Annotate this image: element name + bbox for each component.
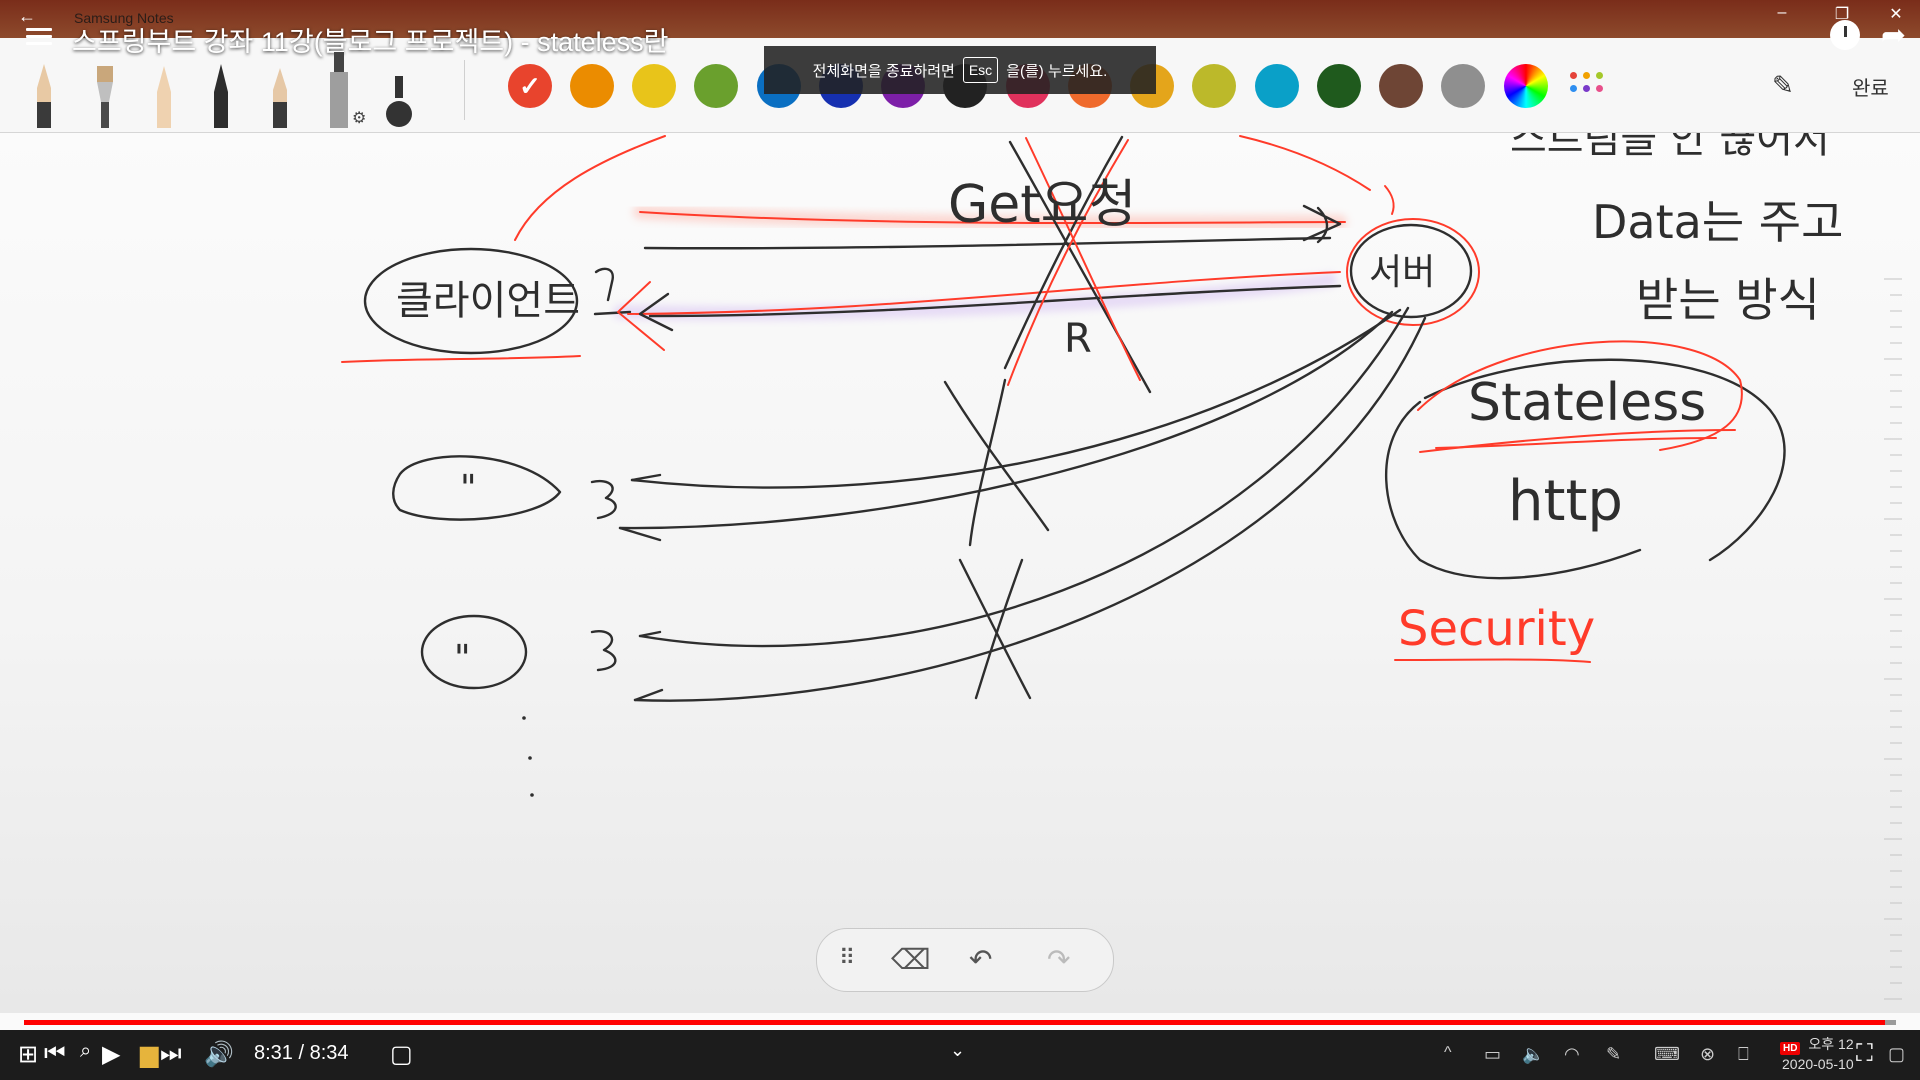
arrow-2a bbox=[630, 308, 1402, 489]
eyedropper-icon[interactable]: ✎ bbox=[1772, 70, 1794, 101]
server-label: 서버 bbox=[1369, 252, 1435, 293]
server-arc-top bbox=[1239, 135, 1371, 191]
playlist-menu-icon[interactable] bbox=[26, 24, 52, 50]
color-swatch[interactable] bbox=[1255, 64, 1299, 108]
fullscreen-exit-hint: 전체화면을 종료하려면 Esc 을(를) 누르세요. bbox=[764, 46, 1156, 94]
more-colors-grid-icon[interactable] bbox=[1570, 72, 1606, 100]
close-circle-icon[interactable]: ⊗ bbox=[1700, 1044, 1715, 1065]
pencil-tool[interactable] bbox=[154, 62, 174, 130]
wifi-icon[interactable]: ◠ bbox=[1564, 1044, 1580, 1065]
color-swatch[interactable] bbox=[1441, 64, 1485, 108]
hint-suffix: 을(를) 누르세요. bbox=[1006, 62, 1108, 80]
battery-icon[interactable]: ▭ bbox=[1484, 1044, 1501, 1065]
tray-time: 오후 12 bbox=[1808, 1036, 1854, 1052]
search-icon[interactable]: ⌕ bbox=[80, 1040, 91, 1063]
stateless-label: Stateless bbox=[1468, 373, 1706, 433]
speaker-icon[interactable]: 🔈 bbox=[1522, 1044, 1544, 1065]
pen-settings-icon[interactable]: ⚙ bbox=[352, 108, 366, 128]
arrow-2b bbox=[618, 310, 1394, 530]
color-swatch[interactable] bbox=[1379, 64, 1423, 108]
color-swatch[interactable] bbox=[632, 64, 676, 108]
note-right-mid: Data는 주고 bbox=[1592, 195, 1843, 249]
response-label: R bbox=[1064, 316, 1092, 362]
folder-icon[interactable]: ▆ bbox=[140, 1040, 158, 1069]
pen-tray-icon[interactable]: ✎ bbox=[1606, 1044, 1621, 1065]
security-label: Security bbox=[1398, 601, 1595, 657]
toolbar-divider bbox=[464, 60, 465, 120]
done-button[interactable]: 완료 bbox=[1852, 72, 1889, 101]
undo-icon[interactable]: ↶ bbox=[969, 943, 992, 976]
brush-tool[interactable] bbox=[94, 62, 116, 130]
play-icon[interactable]: ▶ bbox=[102, 1040, 120, 1069]
subtitles-icon[interactable]: ⎕ bbox=[1738, 1044, 1749, 1065]
share-icon[interactable]: ➦ bbox=[1881, 18, 1906, 53]
drag-handle-icon[interactable]: ⠿ bbox=[839, 945, 855, 971]
handwriting-layer: .ink { stroke:#2e2e2e; stroke-width:2.4;… bbox=[341, 133, 1843, 797]
previous-video-icon[interactable]: ⏮ bbox=[44, 1040, 66, 1068]
ditto-circle-1 bbox=[392, 455, 562, 521]
note-right-bot: 받는 방식 bbox=[1636, 273, 1820, 327]
esc-key-badge: Esc bbox=[962, 57, 999, 83]
time-current: 8:31 bbox=[254, 1042, 293, 1064]
next-video-icon[interactable]: ⏭ bbox=[160, 1040, 182, 1068]
client-label: 클라이언트 bbox=[396, 278, 580, 324]
tray-date: 2020-05-10 bbox=[1782, 1056, 1854, 1072]
request-arrow bbox=[643, 236, 1332, 250]
fountain-pen-tool[interactable] bbox=[34, 62, 54, 130]
highlighter-tool[interactable] bbox=[328, 50, 352, 130]
calligraphy-pen-tool[interactable] bbox=[384, 74, 414, 130]
hint-prefix: 전체화면을 종료하려면 bbox=[812, 62, 955, 80]
video-progress-bar[interactable] bbox=[24, 1020, 1896, 1025]
video-title[interactable]: 스프링부트 강좌 11강(블로그 프로젝트) - stateless란 bbox=[72, 20, 669, 59]
color-picker-wheel-icon[interactable] bbox=[1504, 64, 1548, 108]
volume-icon[interactable]: 🔊 bbox=[204, 1040, 234, 1069]
client-underline bbox=[341, 355, 581, 363]
arrow-3a bbox=[638, 306, 1410, 648]
time-total: 8:34 bbox=[309, 1042, 349, 1064]
windows-start-icon[interactable]: ⊞ bbox=[18, 1040, 38, 1069]
num2-stroke bbox=[590, 479, 617, 520]
scroll-ruler[interactable] bbox=[1884, 275, 1902, 1015]
keyboard-icon[interactable]: ⌨ bbox=[1654, 1044, 1680, 1065]
floating-edit-bar: ⠿ ⌫ ↶ ↷ bbox=[816, 928, 1114, 992]
tray-chevron-icon[interactable]: ^ bbox=[1444, 1044, 1452, 1062]
redo-icon[interactable]: ↷ bbox=[1047, 943, 1070, 976]
note-canvas[interactable]: .ink { stroke:#2e2e2e; stroke-width:2.4;… bbox=[0, 133, 1920, 1013]
watch-later-icon[interactable] bbox=[1830, 20, 1860, 50]
ditto-circle-2 bbox=[420, 614, 528, 690]
notes-toolbar: ← Samsung Notes – ❐ ✕ 스프링부트 강좌 11강(블로그 프… bbox=[0, 0, 1920, 133]
marker-tool[interactable] bbox=[270, 62, 290, 130]
color-swatch[interactable] bbox=[1192, 64, 1236, 108]
cross-2b bbox=[974, 558, 1024, 700]
get-request-label: Get요청 bbox=[948, 175, 1136, 235]
client-arc bbox=[514, 135, 666, 241]
chevron-down-icon[interactable]: ⌄ bbox=[950, 1040, 965, 1061]
ditto-2: " bbox=[454, 638, 471, 679]
security-underline bbox=[1394, 658, 1591, 663]
time-readout: 8:31 / 8:34 bbox=[254, 1042, 349, 1064]
cross-2a bbox=[958, 558, 1032, 700]
notes-taskbar-icon[interactable]: ▢ bbox=[390, 1040, 413, 1069]
notification-icon[interactable]: ▢ bbox=[1888, 1044, 1905, 1065]
http-label: http bbox=[1508, 469, 1623, 534]
eraser-icon[interactable]: ⌫ bbox=[891, 943, 931, 976]
color-swatch-selected[interactable]: ✓ bbox=[508, 64, 552, 108]
pen-tool[interactable] bbox=[211, 62, 231, 130]
taskbar: ⊞ ⏮ ⌕ ▶ ▆ ⏭ 🔊 8:31 / 8:34 ▢ ⌄ ^ ▭ 🔈 ◠ ✎ … bbox=[0, 1030, 1920, 1080]
color-swatch[interactable] bbox=[570, 64, 614, 108]
video-progress-fill bbox=[24, 1020, 1885, 1025]
stateless-underline bbox=[1419, 429, 1736, 453]
tray-clock[interactable]: 오후 12 2020-05-10 bbox=[1782, 1034, 1854, 1074]
color-swatch[interactable] bbox=[694, 64, 738, 108]
color-swatch[interactable] bbox=[1317, 64, 1361, 108]
ditto-1: " bbox=[460, 468, 477, 509]
exit-fullscreen-icon[interactable]: ⛶ bbox=[1856, 1040, 1873, 1068]
note-right-top: 스트림을 안 끊어서 bbox=[1510, 133, 1830, 162]
num3-stroke bbox=[590, 630, 617, 672]
